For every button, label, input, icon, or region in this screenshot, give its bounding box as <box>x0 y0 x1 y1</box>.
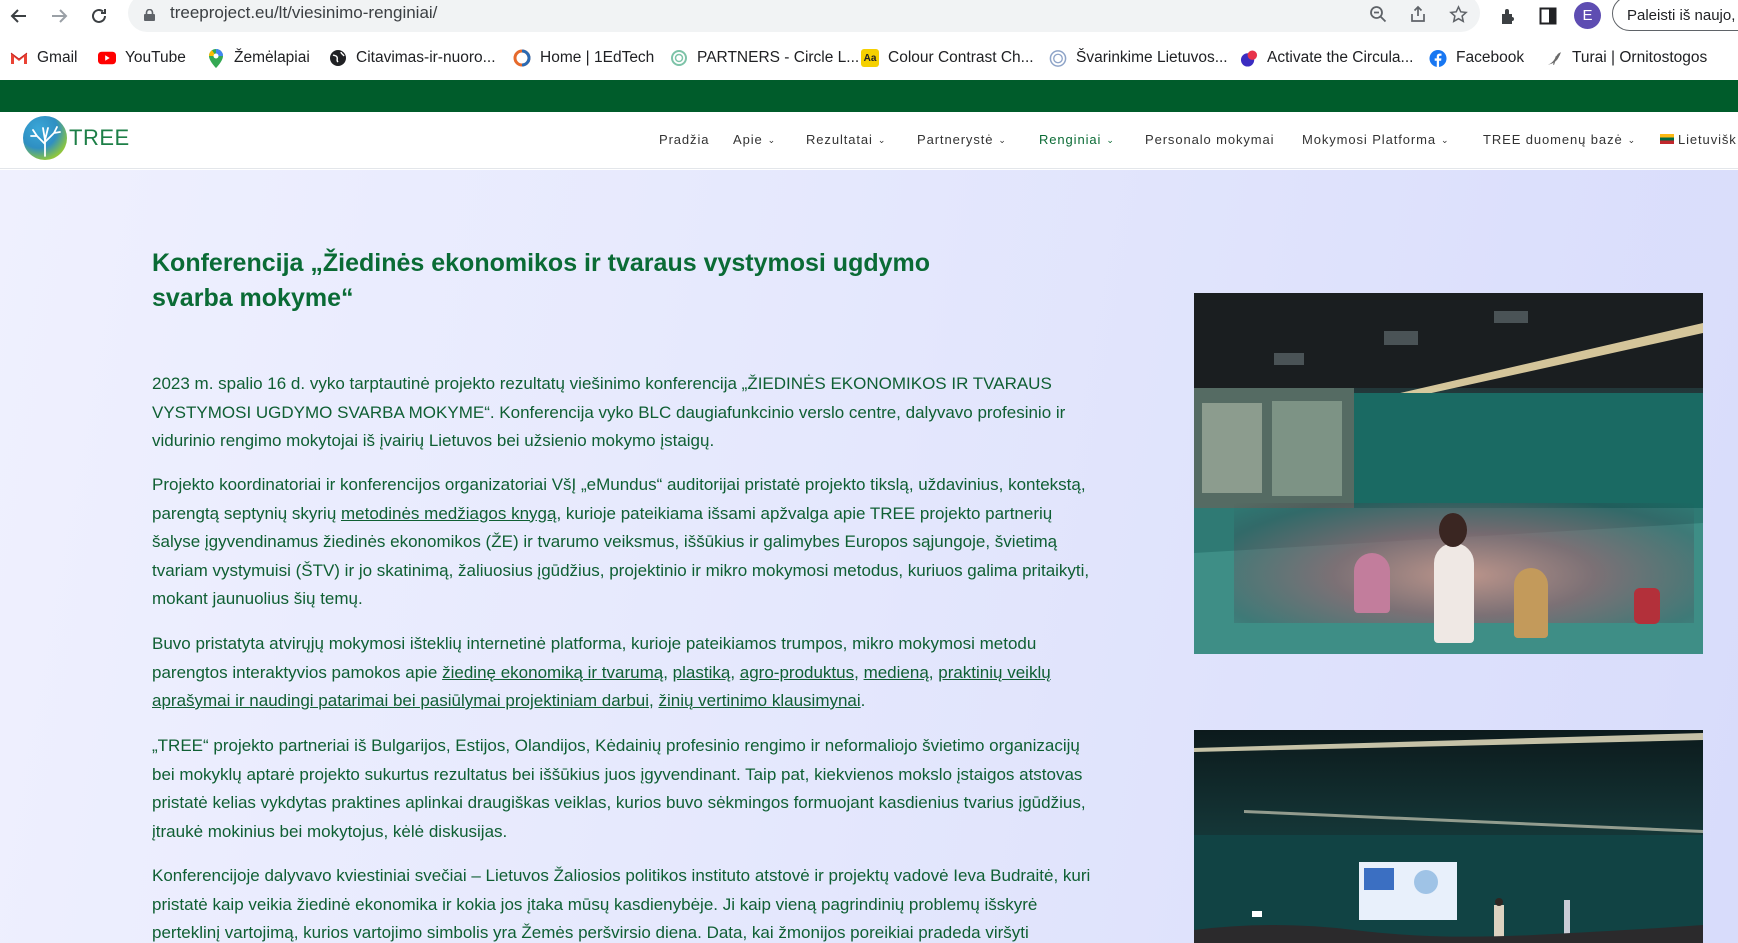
text: , <box>854 662 864 682</box>
profile-avatar[interactable]: E <box>1574 2 1601 29</box>
bookmark-label: Facebook <box>1456 49 1525 66</box>
globe-icon <box>329 49 347 67</box>
bookmark-svarinkime[interactable]: Švarinkime Lietuvos... <box>1049 47 1228 69</box>
nav-item-apie[interactable]: Apie ⌄ <box>733 132 776 147</box>
nav-label: Mokymosi Platforma <box>1302 132 1436 147</box>
lithuania-flag-icon <box>1660 134 1674 144</box>
reload-icon[interactable] <box>85 2 113 30</box>
tree-logo-icon <box>23 116 67 160</box>
chevron-down-icon: ⌄ <box>998 135 1007 145</box>
bookmark-colour-contrast[interactable]: Aa Colour Contrast Ch... <box>861 47 1034 69</box>
paragraph-1: 2023 m. spalio 16 d. vyko tarptautinė pr… <box>152 374 1066 450</box>
bookmark-youtube[interactable]: YouTube <box>98 47 186 69</box>
bookmark-label: PARTNERS - Circle L... <box>697 49 860 66</box>
bookmark-label: YouTube <box>125 49 186 66</box>
text: , <box>730 662 740 682</box>
conference-audience-photo <box>1194 293 1703 654</box>
bookmark-label: Home | 1EdTech <box>540 49 655 66</box>
link-plastic[interactable]: plastiką <box>673 663 731 682</box>
logo-text: TREE <box>69 125 130 150</box>
facebook-icon <box>1429 49 1447 67</box>
article-title: Konferencija „Žiedinės ekonomikos ir tva… <box>152 249 931 312</box>
nav-label: Partnerystė <box>917 132 994 147</box>
edtech-icon <box>513 49 531 67</box>
activate-icon <box>1240 49 1258 67</box>
paragraph-5: Konferencijoje dalyvavo kviestiniai sveč… <box>152 866 1091 942</box>
link-knowledge-quizzes[interactable]: žinių vertinimo klausimynai <box>658 691 860 710</box>
nav-item-pradzia[interactable]: Pradžia <box>659 132 709 147</box>
text: . <box>860 691 866 710</box>
top-green-bar <box>0 80 1738 112</box>
nav-item-language[interactable]: Lietuvišk <box>1660 132 1737 147</box>
text: , <box>663 662 673 682</box>
relaunch-button[interactable]: Paleisti iš naujo, ka <box>1612 0 1738 31</box>
bookmark-activate[interactable]: Activate the Circula... <box>1240 47 1413 69</box>
share-icon[interactable] <box>1405 1 1431 27</box>
nav-label: Pradžia <box>659 132 710 147</box>
youtube-icon <box>98 49 116 67</box>
bookmark-gmail[interactable]: Gmail <box>10 47 77 69</box>
extensions-icon[interactable] <box>1494 2 1522 30</box>
nav-item-partneryste[interactable]: Partnerystė ⌄ <box>917 132 1007 147</box>
link-wood[interactable]: medieną <box>864 663 929 682</box>
site-header: TREE Pradžia Apie ⌄ Rezultatai ⌄ Partnerys… <box>0 112 1738 169</box>
address-bar[interactable]: treeproject.eu/lt/viesinimo-renginiai/ <box>128 0 1480 32</box>
bookmark-ornitostogos[interactable]: Turai | Ornitostogos <box>1545 47 1707 69</box>
paragraph-3: Buvo pristatyta atvirųjų mokymosi ištekl… <box>152 630 1092 716</box>
bookmark-star-icon[interactable] <box>1445 1 1471 27</box>
link-methodical-book[interactable]: metodinės medžiagos knygą <box>341 504 556 523</box>
chevron-down-icon: ⌄ <box>1440 135 1450 145</box>
circle-icon <box>670 49 688 67</box>
ring-icon <box>1049 49 1067 67</box>
bookmark-label: Turai | Ornitostogos <box>1572 49 1708 66</box>
back-icon[interactable] <box>5 2 33 30</box>
browser-toolbar: treeproject.eu/lt/viesinimo-renginiai/ E… <box>0 0 1738 32</box>
bookmark-label: Activate the Circula... <box>1267 49 1414 66</box>
bookmark-1edtech[interactable]: Home | 1EdTech <box>513 47 654 69</box>
text: , <box>928 662 939 682</box>
aa-icon: Aa <box>861 49 879 67</box>
nav-label: Rezultatai <box>806 132 873 147</box>
bookmark-label: Švarinkime Lietuvos... <box>1076 49 1228 66</box>
bookmark-citavimas[interactable]: Citavimas-ir-nuoro... <box>329 47 496 69</box>
forward-icon[interactable] <box>45 2 73 30</box>
side-panel-icon[interactable] <box>1534 2 1562 30</box>
site-logo[interactable]: TREE <box>23 116 130 160</box>
paragraph-2: Projekto koordinatoriai ir konferencijos… <box>152 471 1092 614</box>
page-content: Konferencija „Žiedinės ekonomikos ir tva… <box>0 170 1738 943</box>
url-text: treeproject.eu/lt/viesinimo-renginiai/ <box>170 3 438 22</box>
paragraph-4: „TREE“ projekto partneriai iš Bulgarijos… <box>152 736 1086 841</box>
nav-item-personalo-mokymai[interactable]: Personalo mokymai <box>1145 132 1274 147</box>
bookmark-maps[interactable]: Žemėlapiai <box>207 47 310 69</box>
nav-item-mokymosi-platforma[interactable]: Mokymosi Platforma ⌄ <box>1302 132 1449 147</box>
chevron-down-icon: ⌄ <box>1106 135 1115 145</box>
lock-icon <box>144 9 155 21</box>
nav-label: Personalo mokymai <box>1145 132 1275 147</box>
nav-label: Lietuvišk <box>1678 132 1737 147</box>
nav-item-rezultatai[interactable]: Rezultatai ⌄ <box>806 132 886 147</box>
bird-icon <box>1545 49 1563 67</box>
chevron-down-icon: ⌄ <box>767 135 777 145</box>
gmail-icon <box>10 49 28 67</box>
nav-item-tree-duomenu-baze[interactable]: TREE duomenų bazė ⌄ <box>1483 132 1636 147</box>
link-agro-products[interactable]: agro-produktus <box>740 663 854 682</box>
bookmarks-bar: Gmail YouTube Žemėlapiai Citavimas-ir-nu… <box>0 38 1738 78</box>
bookmark-partners[interactable]: PARTNERS - Circle L... <box>670 47 859 69</box>
nav-label: Apie <box>733 132 763 147</box>
conference-stage-photo <box>1194 730 1703 943</box>
nav-item-renginiai[interactable]: Renginiai ⌄ <box>1039 132 1115 147</box>
audience-shapes <box>1234 473 1694 654</box>
zoom-icon[interactable] <box>1365 1 1391 27</box>
bookmark-label: Colour Contrast Ch... <box>888 49 1034 66</box>
bookmark-label: Citavimas-ir-nuoro... <box>356 49 496 66</box>
maps-icon <box>207 48 225 68</box>
bookmark-label: Žemėlapiai <box>234 49 310 66</box>
chevron-down-icon: ⌄ <box>1627 135 1637 145</box>
nav-label: Renginiai <box>1039 132 1102 147</box>
bookmark-label: Gmail <box>37 49 78 66</box>
link-circular-economy[interactable]: žiedinę ekonomiką ir tvarumą <box>442 663 663 682</box>
nav-label: TREE duomenų bazė <box>1483 132 1623 147</box>
bookmark-facebook[interactable]: Facebook <box>1429 47 1524 69</box>
chevron-down-icon: ⌄ <box>877 135 887 145</box>
